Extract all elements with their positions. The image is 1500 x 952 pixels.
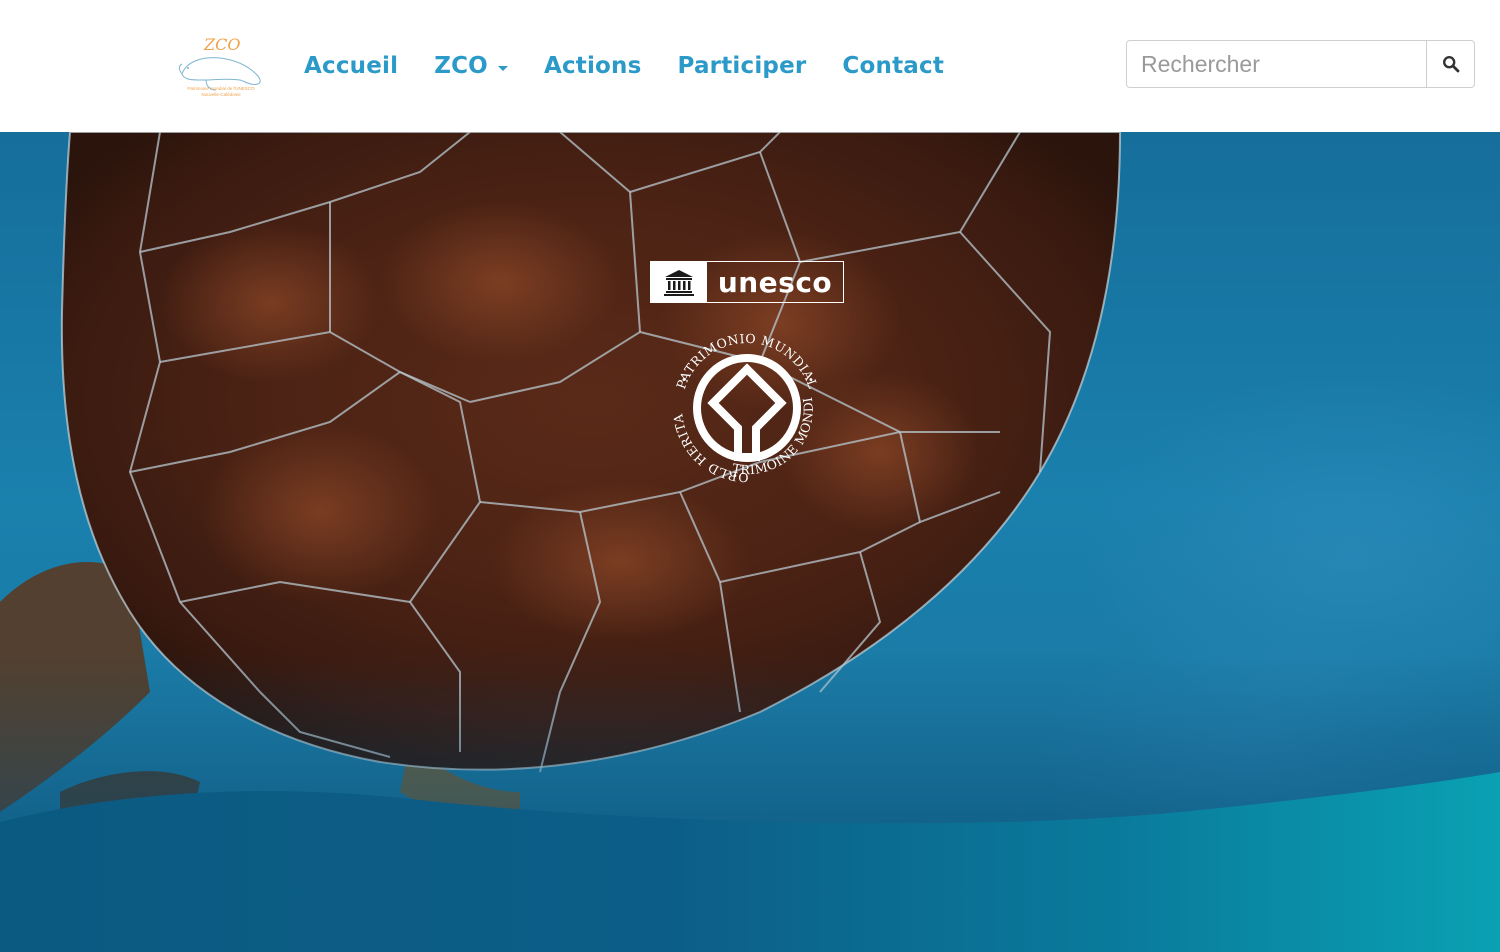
logo-text: ZCO: [203, 35, 240, 54]
hero-wave-decoration: [0, 652, 1500, 952]
nav-actions[interactable]: Actions: [544, 53, 642, 79]
nav-contact[interactable]: Contact: [842, 53, 944, 79]
search-button[interactable]: [1426, 40, 1475, 88]
manatee-logo-icon: ZCO Patrimoine mondial de l'UNESCO Nouve…: [178, 35, 261, 97]
logo-subtitle-1: Patrimoine mondial de l'UNESCO: [187, 86, 255, 91]
nav-accueil[interactable]: Accueil: [304, 53, 398, 79]
nav-participer[interactable]: Participer: [678, 53, 807, 79]
unesco-wordmark: unesco: [717, 265, 833, 299]
emblem-separator-3: •: [732, 471, 738, 482]
unesco-logo: unesco: [650, 261, 844, 303]
logo-subtitle-2: Nouvelle-Calédonie: [201, 92, 241, 97]
temple-icon: [651, 262, 707, 302]
nav-zco-dropdown[interactable]: ZCO: [434, 53, 508, 79]
emblem-separator-2: •: [808, 375, 814, 386]
search-icon: [1442, 55, 1459, 73]
main-nav: Accueil ZCO Actions Participer Contact: [304, 46, 980, 86]
hero-banner: unesco PATRIMONIO MUNDIAL WORLD HERITAGE…: [0, 132, 1500, 952]
search-form: [1126, 40, 1475, 88]
emblem-separator-1: •: [681, 375, 687, 386]
search-input[interactable]: [1126, 40, 1426, 88]
nav-zco-label: ZCO: [434, 53, 488, 79]
caret-down-icon: [497, 65, 508, 71]
site-header: ZCO Patrimoine mondial de l'UNESCO Nouve…: [0, 0, 1500, 132]
world-heritage-emblem: PATRIMONIO MUNDIAL WORLD HERITAGE PATRIM…: [666, 327, 820, 485]
site-logo[interactable]: ZCO Patrimoine mondial de l'UNESCO Nouve…: [176, 32, 266, 102]
